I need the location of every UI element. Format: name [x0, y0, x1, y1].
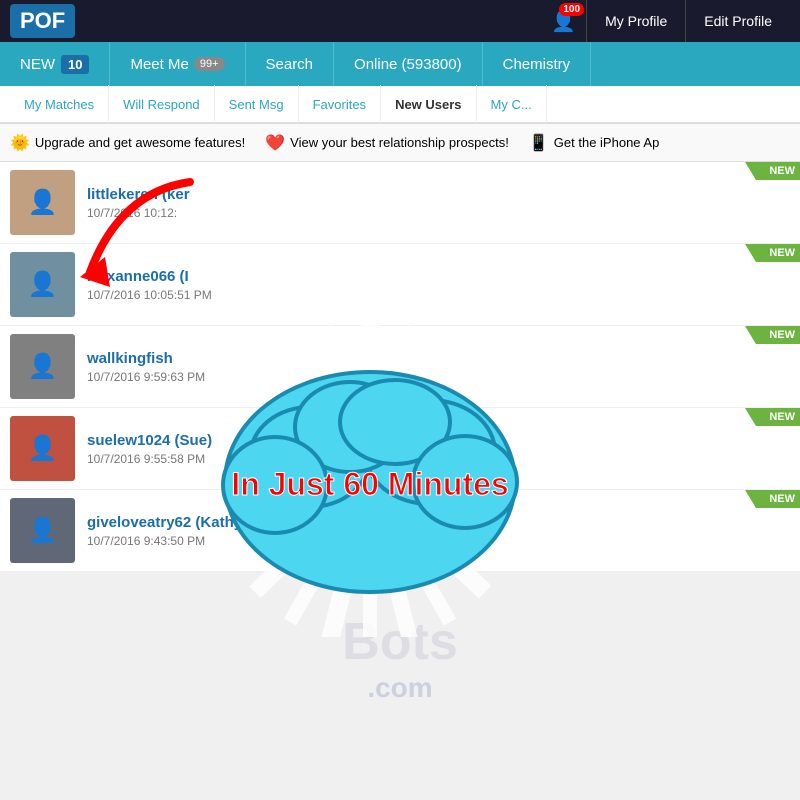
promo-iphone: 📱 Get the iPhone Ap — [529, 133, 659, 153]
msg-date: 10/7/2016 9:43:50 PM — [87, 534, 790, 548]
nav-search-label: Search — [266, 56, 314, 73]
msg-info: giveloveatry62 (Kathy) 10/7/2016 9:43:50… — [87, 514, 790, 548]
watermark-bots: Bots — [0, 612, 800, 672]
msg-date: 10/7/2016 10:12: — [87, 206, 790, 220]
promo-heart-icon: ❤️ — [265, 133, 285, 153]
notification-icon[interactable]: 👤 100 — [551, 9, 576, 34]
nav-chemistry[interactable]: Chemistry — [483, 42, 592, 86]
table-row[interactable]: 👤 wallkingfish 10/7/2016 9:59:63 PM NEW — [0, 326, 800, 408]
new-badge: NEW — [745, 162, 800, 180]
promo-phone-icon: 📱 — [529, 133, 549, 153]
promo-relationship: ❤️ View your best relationship prospects… — [265, 133, 509, 153]
notif-badge: 100 — [559, 3, 584, 16]
msg-date: 10/7/2016 9:55:58 PM — [87, 452, 790, 466]
nav-online[interactable]: Online (593800) — [334, 42, 483, 86]
nav-meet-me-label: Meet Me — [130, 56, 188, 73]
promo-upgrade-text[interactable]: Upgrade and get awesome features! — [35, 135, 245, 150]
logo: POF — [10, 4, 75, 38]
nav-meet-me[interactable]: Meet Me 99+ — [110, 42, 245, 86]
table-row[interactable]: 👤 Roxanne066 (I 10/7/2016 10:05:51 PM NE… — [0, 244, 800, 326]
avatar: 👤 — [10, 334, 75, 399]
table-row[interactable]: 👤 littlekeren (ker 10/7/2016 10:12: NEW — [0, 162, 800, 244]
nav-new-badge: 10 — [61, 55, 89, 74]
sub-nav: My Matches Will Respond Sent Msg Favorit… — [0, 86, 800, 124]
message-list: 👤 littlekeren (ker 10/7/2016 10:12: NEW … — [0, 162, 800, 572]
subnav-sent-msg-label: Sent Msg — [229, 97, 284, 112]
msg-date: 10/7/2016 10:05:51 PM — [87, 288, 790, 302]
msg-username: giveloveatry62 (Kathy) — [87, 514, 790, 531]
subnav-my-c-label: My C... — [491, 97, 532, 112]
promo-relationship-text[interactable]: View your best relationship prospects! — [290, 135, 509, 150]
top-bar: POF 👤 100 My Profile Edit Profile — [0, 0, 800, 42]
nav-new-label: NEW — [20, 56, 55, 73]
promo-upgrade: 🌞 Upgrade and get awesome features! — [10, 133, 245, 153]
msg-username: littlekeren (ker — [87, 186, 790, 203]
msg-info: wallkingfish 10/7/2016 9:59:63 PM — [87, 350, 790, 384]
subnav-will-respond-label: Will Respond — [123, 97, 200, 112]
avatar: 👤 — [10, 252, 75, 317]
nav-online-label: Online (593800) — [354, 56, 462, 73]
avatar: 👤 — [10, 498, 75, 563]
table-row[interactable]: 👤 suelew1024 (Sue) 10/7/2016 9:55:58 PM … — [0, 408, 800, 490]
promo-bar: 🌞 Upgrade and get awesome features! ❤️ V… — [0, 124, 800, 162]
subnav-will-respond[interactable]: Will Respond — [109, 85, 215, 123]
nav-bar: NEW 10 Meet Me 99+ Search Online (593800… — [0, 42, 800, 86]
subnav-my-c[interactable]: My C... — [477, 85, 547, 123]
avatar: 👤 — [10, 170, 75, 235]
msg-username: suelew1024 (Sue) — [87, 432, 790, 449]
nav-meet-me-badge: 99+ — [194, 57, 225, 71]
nav-search[interactable]: Search — [246, 42, 335, 86]
subnav-sent-msg[interactable]: Sent Msg — [215, 85, 299, 123]
msg-info: Roxanne066 (I 10/7/2016 10:05:51 PM — [87, 268, 790, 302]
promo-sun-icon: 🌞 — [10, 133, 30, 153]
top-bar-right: 👤 100 My Profile Edit Profile — [551, 0, 790, 42]
msg-date: 10/7/2016 9:59:63 PM — [87, 370, 790, 384]
nav-new[interactable]: NEW 10 — [0, 42, 110, 86]
content-area: Scrapers Bots .com 👤 littlekeren (ker 10… — [0, 162, 800, 782]
new-badge: NEW — [745, 244, 800, 262]
new-badge: NEW — [745, 490, 800, 508]
msg-username: wallkingfish — [87, 350, 790, 367]
promo-iphone-text[interactable]: Get the iPhone Ap — [554, 135, 660, 150]
subnav-my-matches-label: My Matches — [24, 97, 94, 112]
nav-chemistry-label: Chemistry — [503, 56, 571, 73]
avatar: 👤 — [10, 416, 75, 481]
subnav-new-users[interactable]: New Users — [381, 85, 476, 123]
table-row[interactable]: 👤 giveloveatry62 (Kathy) 10/7/2016 9:43:… — [0, 490, 800, 572]
watermark-com: .com — [0, 672, 800, 704]
subnav-favorites[interactable]: Favorites — [299, 85, 381, 123]
new-badge: NEW — [745, 326, 800, 344]
msg-info: suelew1024 (Sue) 10/7/2016 9:55:58 PM — [87, 432, 790, 466]
subnav-my-matches[interactable]: My Matches — [10, 85, 109, 123]
my-profile-button[interactable]: My Profile — [586, 0, 685, 42]
msg-info: littlekeren (ker 10/7/2016 10:12: — [87, 186, 790, 220]
subnav-new-users-label: New Users — [395, 97, 461, 112]
subnav-favorites-label: Favorites — [313, 97, 366, 112]
msg-username: Roxanne066 (I — [87, 268, 790, 285]
new-badge: NEW — [745, 408, 800, 426]
edit-profile-button[interactable]: Edit Profile — [685, 0, 790, 42]
